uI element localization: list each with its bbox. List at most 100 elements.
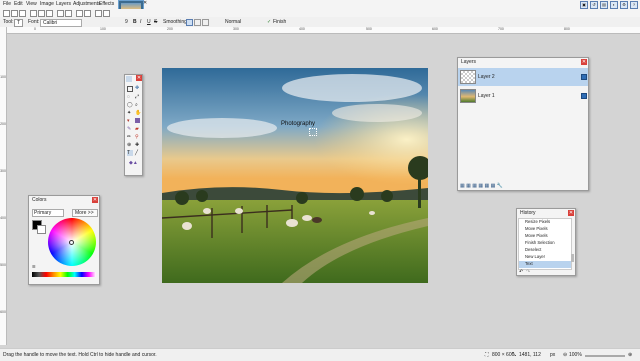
finish-check-icon[interactable]: ✓ [267,19,271,25]
help-icon[interactable]: ? [630,1,638,9]
zoom-slider[interactable] [585,355,625,357]
bold-icon[interactable]: B [133,19,137,25]
color-palette[interactable] [32,272,96,277]
layer-visibility-checkbox[interactable] [581,74,587,80]
pan-icon[interactable]: ✋ [135,110,141,116]
open-icon[interactable] [11,10,18,17]
menu-image[interactable]: Image [40,1,54,7]
new-icon[interactable] [3,10,10,17]
cut-icon[interactable] [30,10,37,17]
copy-icon[interactable] [38,10,45,17]
save-icon[interactable] [19,10,26,17]
canvas-image[interactable]: Photography [162,68,428,283]
crop-icon[interactable] [57,10,64,17]
close-icon[interactable]: ✕ [568,210,574,216]
more-button[interactable]: More >> [72,209,98,217]
font-size-value[interactable]: 9 [125,19,128,25]
units-dropdown[interactable]: px [550,352,555,358]
ruler-icon[interactable] [103,10,110,17]
settings-icon[interactable]: ⚙ [620,1,628,9]
font-dropdown[interactable]: Calibri [40,19,82,27]
clone-stamp-icon[interactable]: ⊕ [127,142,133,148]
undo-icon[interactable] [76,10,83,17]
antialias-value[interactable]: Smoothing [163,19,187,25]
history-item[interactable]: Move Pixels [519,233,571,240]
recolor-icon[interactable]: ✚ [135,142,141,148]
history-item[interactable]: Finish Selection [519,240,571,247]
layers-window-icon[interactable]: ▤ [600,1,608,9]
delete-layer-icon[interactable]: ▦ [466,183,471,189]
history-scrollbar[interactable] [571,254,574,262]
deselect-icon[interactable] [65,10,72,17]
strikethrough-icon[interactable]: S [154,19,157,25]
text-move-handle[interactable] [309,128,317,136]
move-layer-up-icon[interactable]: ▦ [485,183,490,189]
menu-effects[interactable]: Effects [99,1,114,7]
history-item[interactable]: Deselect [519,247,571,254]
move-pixels-icon[interactable]: ⤢ [135,94,141,100]
lasso-icon[interactable]: ◌ [127,94,133,100]
history-item[interactable]: New Layer [519,254,571,261]
close-icon[interactable]: ✕ [136,75,142,81]
layer-properties-icon[interactable]: 🔧 [497,183,503,189]
magic-wand-icon[interactable]: ✦ [127,110,133,116]
close-tab-icon[interactable]: ✕ [143,0,147,6]
zoom-icon[interactable]: ⌕ [135,102,141,108]
palette-menu-icon[interactable]: ☰ [32,264,36,269]
text-tool-icon[interactable]: T [14,19,23,27]
cursor-icon: ⤡ [512,352,517,358]
menu-file[interactable]: File [3,1,11,7]
move-layer-down-icon[interactable]: ▦ [491,183,496,189]
redo-icon[interactable]: ↷ [526,269,530,275]
redo-icon[interactable] [84,10,91,17]
color-wheel-cursor[interactable] [69,240,74,245]
color-mode-dropdown[interactable]: Primary [32,209,64,217]
add-layer-icon[interactable]: ▦ [460,183,465,189]
move-selection-icon[interactable] [126,76,132,82]
line-curve-icon[interactable]: ╱ [135,150,141,156]
align-right-icon[interactable] [202,19,209,26]
colors-window-icon[interactable]: ◐ [610,1,618,9]
finish-button[interactable]: Finish [273,19,286,25]
align-center-icon[interactable] [194,19,201,26]
rectangle-select-icon[interactable] [127,86,133,92]
tools-window-icon[interactable]: ▣ [580,1,588,9]
layer-visibility-checkbox[interactable] [581,93,587,99]
menu-edit[interactable]: Edit [14,1,23,7]
paintbrush-icon[interactable]: ✎ [127,126,133,132]
color-picker-icon[interactable]: ⚲ [135,134,141,140]
close-icon[interactable]: ✕ [581,59,587,65]
text-icon[interactable]: T [127,150,133,156]
zoom-in-icon[interactable]: ⊕ [628,352,632,358]
undo-icon[interactable]: ↶ [519,269,523,275]
layer-row[interactable]: Layer 1 [458,87,588,105]
close-icon[interactable]: ✕ [92,197,98,203]
zoom-value[interactable]: 100% [569,352,582,358]
move-icon[interactable]: ✥ [135,85,141,91]
duplicate-layer-icon[interactable]: ▦ [472,183,477,189]
secondary-color-swatch[interactable] [37,225,46,234]
canvas-text[interactable]: Photography [281,121,315,127]
layer-row[interactable]: Layer 2 [458,68,588,86]
zoom-out-icon[interactable]: ⊖ [563,352,567,358]
underline-icon[interactable]: U [147,19,151,25]
align-left-icon[interactable] [186,19,193,26]
menu-adjustments[interactable]: Adjustments [73,1,101,7]
menu-view[interactable]: View [26,1,37,7]
paint-bucket-icon[interactable]: ▾ [127,118,133,124]
pencil-icon[interactable]: ✏ [127,134,133,140]
shapes-icon[interactable]: ◆▲ [129,160,138,166]
history-item[interactable]: Move Pixels [519,226,571,233]
italic-icon[interactable]: I [140,19,141,25]
gradient-icon[interactable] [135,118,140,123]
eraser-icon[interactable]: ▰ [135,126,141,132]
history-item[interactable]: Resize Pixels [519,219,571,226]
ellipse-select-icon[interactable]: ◯ [127,102,133,108]
paste-icon[interactable] [46,10,53,17]
menu-layers[interactable]: Layers [56,1,71,7]
merge-layer-icon[interactable]: ▦ [478,183,483,189]
history-window-icon[interactable]: ↺ [590,1,598,9]
grid-icon[interactable] [95,10,102,17]
blend-mode-value[interactable]: Normal [225,19,241,25]
history-item-current[interactable]: Text [519,261,571,268]
